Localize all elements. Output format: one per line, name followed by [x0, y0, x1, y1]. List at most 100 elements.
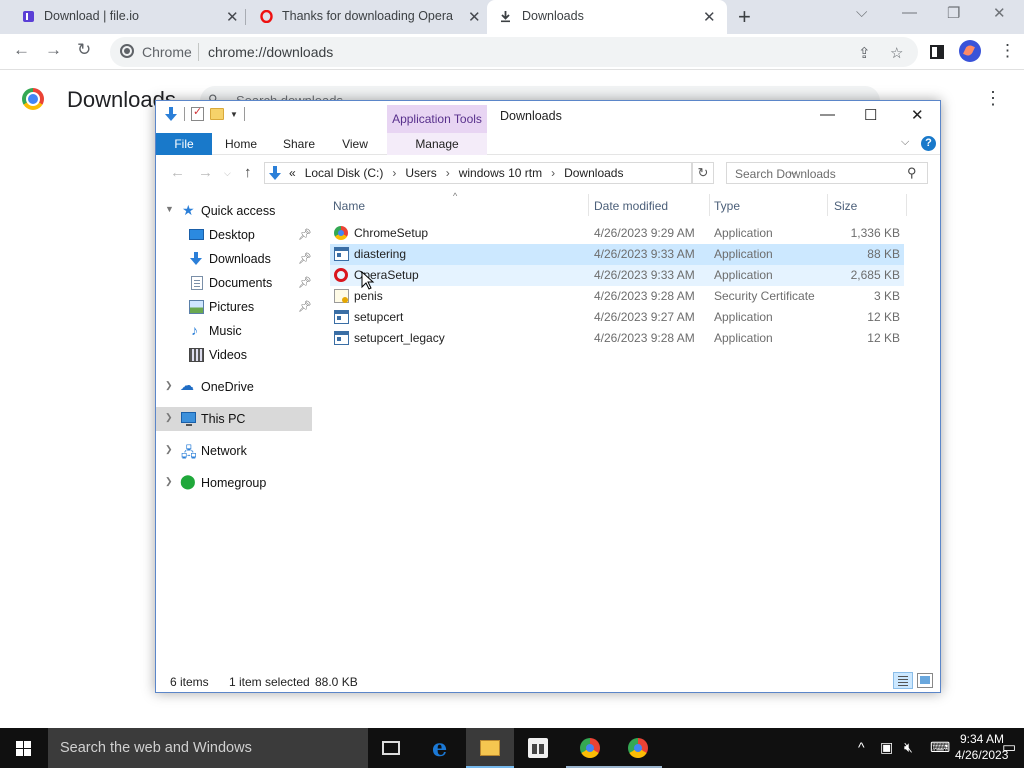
- breadcrumb-local-disk[interactable]: Local Disk (C:): [305, 166, 384, 180]
- tab-search-icon[interactable]: ⌵: [856, 4, 867, 21]
- recent-locations-icon[interactable]: ⌵: [224, 168, 231, 179]
- file-row[interactable]: penis 4/26/2023 9:28 AM Security Certifi…: [330, 286, 904, 307]
- column-divider[interactable]: [709, 194, 710, 216]
- more-actions-icon[interactable]: ⋮: [984, 88, 1002, 109]
- maximize-button[interactable]: ☐: [864, 106, 877, 124]
- nav-this-pc[interactable]: ❯ This PC: [156, 407, 312, 431]
- nav-network[interactable]: ❯ 🖧︎ Network: [156, 439, 312, 463]
- nav-videos[interactable]: Videos: [156, 343, 312, 367]
- start-button[interactable]: [0, 728, 48, 768]
- forward-button[interactable]: →: [198, 164, 213, 181]
- pin-icon[interactable]: 📌︎: [298, 228, 312, 241]
- tab-view[interactable]: View: [328, 133, 382, 155]
- file-row[interactable]: setupcert_legacy 4/26/2023 9:28 AM Appli…: [330, 328, 904, 349]
- clock-date[interactable]: 4/26/2023: [955, 748, 1008, 762]
- expand-ribbon-icon[interactable]: ⌵: [901, 136, 909, 149]
- volume-muted-icon[interactable]: 🔇︎: [904, 739, 913, 756]
- nav-documents[interactable]: Documents 📌︎: [156, 271, 312, 295]
- nav-music[interactable]: ♪ Music: [156, 319, 312, 343]
- side-panel-icon[interactable]: [930, 45, 944, 59]
- column-divider[interactable]: [827, 194, 828, 216]
- restore-button[interactable]: ❐: [947, 4, 960, 22]
- taskbar-chrome[interactable]: [566, 728, 614, 768]
- network-icon[interactable]: ▣: [880, 739, 893, 756]
- file-row-selected[interactable]: diastering 4/26/2023 9:33 AM Application…: [330, 244, 904, 265]
- column-divider[interactable]: [906, 194, 907, 216]
- taskbar-store[interactable]: [514, 728, 562, 768]
- pin-icon[interactable]: 📌︎: [298, 300, 312, 313]
- breadcrumb-overflow[interactable]: «: [289, 166, 296, 180]
- tab-share[interactable]: Share: [270, 133, 328, 155]
- properties-icon[interactable]: [191, 105, 204, 121]
- breadcrumb-separator[interactable]: ›: [446, 166, 450, 180]
- breadcrumb-separator[interactable]: ›: [551, 166, 555, 180]
- breadcrumb-separator[interactable]: ›: [392, 166, 396, 180]
- chevron-down-icon[interactable]: ▼: [165, 204, 174, 214]
- tab-fileio[interactable]: Download | file.io ✕: [0, 0, 244, 34]
- close-icon[interactable]: ✕: [468, 8, 481, 26]
- column-name[interactable]: Name: [333, 199, 365, 213]
- pin-icon[interactable]: 📌︎: [298, 252, 312, 265]
- tab-file[interactable]: File: [156, 133, 212, 155]
- column-date-modified[interactable]: Date modified: [594, 199, 668, 213]
- customize-toolbar-icon[interactable]: ▼: [230, 110, 238, 119]
- taskbar-edge[interactable]: e: [418, 728, 466, 768]
- chevron-right-icon[interactable]: ❯: [165, 476, 173, 487]
- minimize-button[interactable]: —: [902, 4, 917, 21]
- chevron-up-icon[interactable]: ^: [858, 739, 865, 755]
- taskbar-search-input[interactable]: Search the web and Windows: [48, 728, 368, 768]
- bookmark-star-icon[interactable]: ☆: [890, 44, 903, 62]
- profile-avatar[interactable]: [959, 40, 981, 62]
- keyboard-icon[interactable]: ⌨: [930, 739, 950, 756]
- reload-button[interactable]: ↻: [77, 40, 91, 60]
- tab-downloads[interactable]: Downloads ✕: [487, 0, 727, 34]
- new-tab-button[interactable]: +: [738, 4, 751, 30]
- up-button[interactable]: ↑: [244, 164, 252, 181]
- nav-downloads[interactable]: Downloads 📌︎: [156, 247, 312, 271]
- chevron-right-icon[interactable]: ❯: [165, 380, 173, 391]
- task-view-button[interactable]: [368, 728, 416, 768]
- column-type[interactable]: Type: [714, 199, 740, 213]
- column-size[interactable]: Size: [834, 199, 857, 213]
- search-downloads-input[interactable]: Search Downloads ⚲: [726, 162, 928, 184]
- back-button[interactable]: ←: [13, 40, 30, 60]
- minimize-button[interactable]: —: [820, 106, 835, 123]
- notifications-icon[interactable]: ▭: [1002, 738, 1016, 756]
- close-icon[interactable]: ✕: [226, 8, 239, 26]
- nav-homegroup[interactable]: ❯ ⬤ Homegroup: [156, 471, 312, 495]
- breadcrumb-users[interactable]: Users: [405, 166, 436, 180]
- breadcrumb-downloads[interactable]: Downloads: [564, 166, 623, 180]
- tab-opera[interactable]: Thanks for downloading Opera ✕: [246, 0, 486, 34]
- new-folder-icon[interactable]: [210, 108, 224, 120]
- close-window-button[interactable]: ✕: [993, 4, 1006, 22]
- close-window-button[interactable]: ✕: [911, 106, 924, 124]
- chrome-menu-icon[interactable]: ⋮: [999, 41, 1016, 61]
- details-view-icon[interactable]: [893, 672, 913, 689]
- nav-desktop[interactable]: Desktop 📌︎: [156, 223, 312, 247]
- column-divider[interactable]: [588, 194, 589, 216]
- pin-icon[interactable]: 📌︎: [298, 276, 312, 289]
- large-icons-view-icon[interactable]: [917, 673, 933, 688]
- chevron-right-icon[interactable]: ❯: [165, 444, 173, 455]
- forward-button[interactable]: →: [45, 40, 62, 60]
- clock-time[interactable]: 9:34 AM: [960, 732, 1004, 746]
- address-bar[interactable]: « Local Disk (C:) › Users › windows 10 r…: [264, 162, 797, 184]
- taskbar-file-explorer[interactable]: [466, 728, 514, 768]
- breadcrumb-user-folder[interactable]: windows 10 rtm: [459, 166, 542, 180]
- url-text[interactable]: chrome://downloads: [208, 44, 333, 60]
- nav-pictures[interactable]: Pictures 📌︎: [156, 295, 312, 319]
- file-row-hovered[interactable]: OperaSetup 4/26/2023 9:33 AM Application…: [330, 265, 904, 286]
- tab-manage[interactable]: Manage: [387, 133, 487, 155]
- nav-onedrive[interactable]: ❯ ☁ OneDrive: [156, 375, 312, 399]
- close-icon[interactable]: ✕: [703, 8, 716, 26]
- omnibox[interactable]: Chrome chrome://downloads ⇪ ☆: [110, 37, 918, 67]
- file-row[interactable]: setupcert 4/26/2023 9:27 AM Application …: [330, 307, 904, 328]
- nav-quick-access[interactable]: ▼ ★ Quick access: [156, 199, 312, 223]
- taskbar-chrome-2[interactable]: [614, 728, 662, 768]
- tab-home[interactable]: Home: [212, 133, 270, 155]
- back-button[interactable]: ←: [170, 164, 185, 181]
- refresh-button[interactable]: ↻: [692, 162, 714, 184]
- chevron-right-icon[interactable]: ❯: [165, 412, 173, 423]
- share-icon[interactable]: ⇪: [858, 44, 871, 62]
- file-row[interactable]: ChromeSetup 4/26/2023 9:29 AM Applicatio…: [330, 223, 904, 244]
